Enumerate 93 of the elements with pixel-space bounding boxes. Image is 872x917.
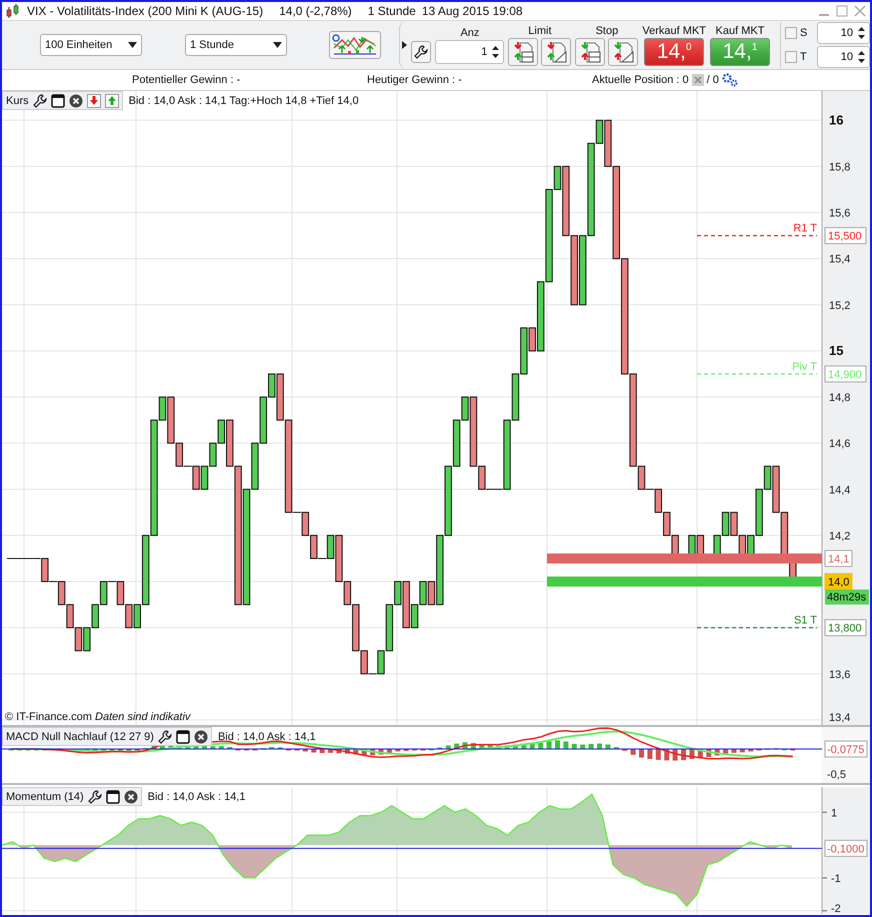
checkbox[interactable] [785,51,797,63]
axis-label: 13,4 [829,712,850,724]
quote-text: Bid : 14,0 Ask : 14,1 Tag:+Hoch 14,8 +Tief 14,0 [128,94,359,106]
caret-icon[interactable] [128,42,137,48]
level-label: R1 T [793,222,817,235]
countdown-timer: 48m29s [825,590,869,605]
limit-order-button[interactable] [541,38,572,66]
price-tick-mark [48,581,58,582]
checkbox[interactable] [785,27,797,39]
stop-order-button[interactable] [575,38,606,66]
candlestick [41,558,49,582]
expand-arrow-icon[interactable] [402,41,408,49]
window-icon[interactable] [176,730,190,744]
daily-profit: Heutiger Gewinn : - [367,74,463,86]
buy-label: Kauf MKT [716,24,764,36]
checkbox-label: T [800,51,808,63]
gears-icon[interactable] [722,73,738,87]
spinner-icon[interactable] [491,44,500,60]
close-icon[interactable] [194,730,208,744]
axis-label: 14,6 [829,438,850,450]
price-tick-mark [292,512,302,513]
price-tag: 14,1 [824,550,852,567]
quantity-field[interactable]: 1 [435,40,504,64]
price-tag: 14,900 [824,365,866,382]
checkbox-label: S [800,27,808,39]
axis-label: 1 [831,807,838,820]
axis-label: 15,8 [829,161,850,174]
level-label: S1 T [794,614,817,627]
timeframe-dropdown[interactable]: 1 Stunde [185,34,287,56]
price-tick-mark [645,488,655,490]
axis-label: -0,5 [827,769,846,781]
panel-title: MACD Null Nachlauf (12 27 9) [6,730,154,742]
value-tag: -0,1000 [824,840,868,857]
current-position: Aktuelle Position : 0 [592,74,689,86]
wrench-icon[interactable] [158,730,172,744]
stop-order-button[interactable] [608,38,638,66]
price-tick-mark [368,673,378,674]
axis-label: 13,6 [829,668,850,681]
down-arrow-icon[interactable] [86,94,101,108]
axis-label: 15,4 [829,254,850,266]
anz-label: Anz [460,26,480,38]
position-count: / 0 [706,74,719,86]
axis-label: -2 [831,903,841,914]
disclaimer: Daten sind indikativ [95,711,190,723]
level-label: Piv T [792,360,817,373]
price-change: 14,0 (-2,78%) [279,4,352,18]
sell-label: Verkauf MKT [642,24,706,36]
panel-title: Momentum (14) [6,790,84,802]
price-tag: 14,0 [824,573,852,590]
interval-label: 1 Stunde [368,4,416,18]
price-tick-mark [317,558,327,559]
spinner-icon[interactable] [857,25,866,41]
quote-text: Bid : 14,0 Ask : 14,1 [218,730,316,742]
axis-label: 14,4 [829,484,850,496]
number-field[interactable]: 10 [817,22,870,44]
close-icon[interactable] [68,94,83,108]
close-position-icon[interactable] [692,74,704,86]
axis-label: 16 [829,112,844,128]
close-icon[interactable] [124,790,138,804]
copyright: © IT-Finance.com [5,711,92,723]
window-icon[interactable] [50,94,65,108]
window-title: VIX - Volatilitäts-Index (200 Mini K (AUG-15) [27,4,264,18]
wrench-icon[interactable] [88,790,102,804]
axis-label: 15,2 [829,300,850,312]
stop-label: Stop [596,24,618,36]
candlestick-icon [5,3,21,19]
axis-label: 15,6 [829,208,850,220]
up-arrow-icon[interactable] [104,94,119,108]
axis-label: -1 [831,872,841,885]
price-tick-mark [107,581,117,582]
limit-label: Limit [528,24,552,36]
wrench-icon[interactable] [32,94,47,108]
caret-icon[interactable] [273,42,282,48]
chart-settings-button[interactable] [329,31,381,59]
date-time: 13 Aug 2015 19:08 [422,4,523,18]
potential-profit: Potentieller Gewinn : - [132,74,242,86]
settings-button[interactable] [411,41,432,63]
axis-label: 14,2 [829,530,850,542]
limit-order-button[interactable] [508,38,538,66]
price-tag: 15,500 [824,227,866,244]
ref-line-label: -0,1000 [827,843,864,856]
quantity-dropdown[interactable]: 100 Einheiten [40,34,142,56]
spinner-icon[interactable] [857,49,866,65]
price-tick-mark [183,466,192,467]
quote-text: Bid : 14,0 Ask : 14,1 [148,790,246,802]
axis-label: 15 [829,342,844,358]
sell-button[interactable]: 14,$^{0}$ [644,38,704,66]
axis-label: 14,8 [829,392,850,404]
price-tag: 13,800 [824,619,866,636]
window-icon[interactable] [106,790,120,804]
panel-title: Kurs [6,94,29,106]
number-field[interactable]: 10 [817,46,870,68]
value-tag: -0,0775 [824,740,868,758]
